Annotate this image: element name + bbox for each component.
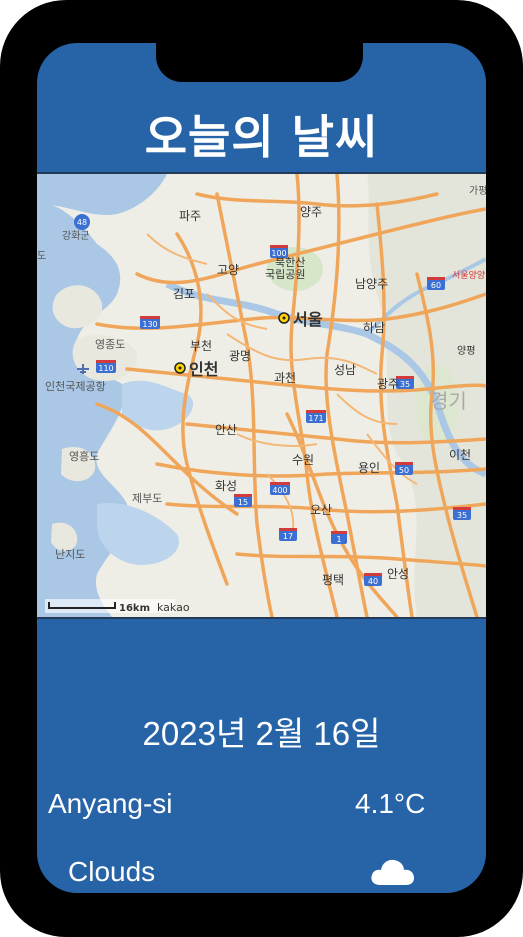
phone-frame: 오늘의 날씨 48 100 60 130 110 35 171 50 400 1… bbox=[0, 0, 523, 937]
map-scale-bar: 16km kakao bbox=[45, 599, 190, 614]
app-screen: 오늘의 날씨 48 100 60 130 110 35 171 50 400 1… bbox=[37, 43, 486, 893]
city-name: Anyang-si bbox=[48, 788, 173, 819]
label-national-park: 국립공원 bbox=[265, 268, 305, 281]
label-hwaseong: 화성 bbox=[215, 479, 237, 493]
label-yeongheungdo: 영흥도 bbox=[69, 449, 99, 463]
label-seongnam: 성남 bbox=[334, 363, 356, 377]
label-seoul: 서울 bbox=[293, 310, 323, 329]
label-suwon: 수원 bbox=[292, 453, 314, 467]
label-icheon: 이천 bbox=[449, 447, 471, 462]
svg-text:17: 17 bbox=[283, 532, 293, 541]
svg-text:130: 130 bbox=[142, 320, 157, 329]
label-namyangju: 남양주 bbox=[355, 277, 388, 291]
svg-text:15: 15 bbox=[238, 498, 248, 507]
svg-text:400: 400 bbox=[272, 486, 287, 495]
svg-text:60: 60 bbox=[431, 281, 441, 290]
label-hanam: 하남 bbox=[363, 321, 385, 335]
label-incheon-airport: 인천국제공항 bbox=[45, 379, 106, 393]
label-gwangmyeong: 광명 bbox=[229, 349, 251, 363]
page-title: 오늘의 날씨 bbox=[144, 110, 379, 164]
label-paju: 파주 bbox=[179, 209, 201, 223]
label-gyeonggi: 경기 bbox=[430, 389, 467, 413]
label-goyang: 고양 bbox=[217, 263, 239, 277]
label-ansan: 안산 bbox=[215, 423, 237, 437]
weather-condition: Clouds bbox=[68, 856, 156, 887]
label-anseong: 안성 bbox=[387, 567, 409, 581]
label-gyodo: 도 bbox=[37, 251, 46, 262]
label-gwangju: 광주 bbox=[377, 377, 399, 391]
svg-text:40: 40 bbox=[368, 577, 378, 586]
label-yangju: 양주 bbox=[300, 205, 322, 219]
shield-48: 48 bbox=[77, 218, 87, 227]
label-incheon: 인천 bbox=[189, 360, 218, 379]
svg-text:171: 171 bbox=[308, 414, 323, 423]
label-yeongjongdo: 영종도 bbox=[95, 338, 125, 351]
svg-text:35: 35 bbox=[457, 511, 467, 520]
svg-text:1: 1 bbox=[336, 535, 341, 544]
date-label: 2023년 2월 16일 bbox=[142, 715, 381, 752]
svg-text:35: 35 bbox=[400, 380, 410, 389]
svg-text:16km: 16km bbox=[119, 603, 150, 614]
svg-text:110: 110 bbox=[98, 364, 113, 373]
map-provider-logo: kakao bbox=[157, 601, 190, 614]
weather-map[interactable]: 48 100 60 130 110 35 171 50 400 15 35 17… bbox=[37, 172, 486, 619]
label-pyeongtaek: 평택 bbox=[322, 573, 344, 587]
label-gimpo: 김포 bbox=[173, 287, 195, 301]
label-yangpyeong: 양평 bbox=[457, 345, 475, 357]
label-gwacheon: 과천 bbox=[274, 370, 296, 385]
cloud-icon bbox=[370, 855, 416, 887]
label-ganghwagun: 강화군 bbox=[62, 230, 90, 242]
label-seoul-yangyang: 서울양양 bbox=[452, 270, 485, 281]
label-yongin: 용인 bbox=[358, 461, 380, 475]
label-jebudo: 제부도 bbox=[132, 492, 162, 505]
label-bucheon: 부천 bbox=[190, 338, 212, 353]
label-osan: 오산 bbox=[310, 503, 332, 517]
temperature-value: 4.1°C bbox=[355, 788, 426, 819]
label-nanjido: 난지도 bbox=[55, 548, 85, 561]
label-gapyeong: 가평 bbox=[469, 185, 486, 197]
svg-text:50: 50 bbox=[399, 466, 409, 475]
map-canvas[interactable]: 48 100 60 130 110 35 171 50 400 15 35 17… bbox=[37, 174, 486, 617]
phone-notch bbox=[156, 36, 363, 82]
